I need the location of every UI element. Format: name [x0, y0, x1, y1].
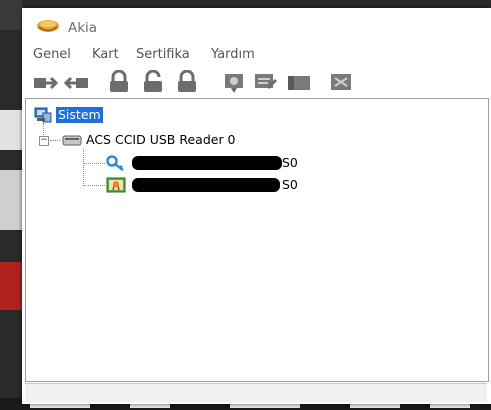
tree-label-reader[interactable]: ACS CCID USB Reader 0: [86, 132, 236, 148]
redacted-text: [132, 156, 282, 170]
tree-label-key-suffix: S0: [282, 155, 298, 170]
tree-label-sistem[interactable]: Sistem: [56, 107, 103, 123]
tree-connector: [50, 140, 60, 141]
lock-icon[interactable]: [174, 70, 200, 94]
close-card-icon[interactable]: [328, 70, 354, 94]
certificate-import-icon[interactable]: [222, 70, 248, 94]
certificate-icon: [106, 177, 126, 193]
redacted-text: [132, 178, 280, 192]
device-tree[interactable]: Sistem − ACS CCID USB Reader 0 S0 S0: [25, 98, 489, 382]
unlock-icon[interactable]: [140, 70, 166, 94]
tree-connector: [83, 185, 105, 186]
menu-yardim[interactable]: Yardım: [211, 47, 255, 62]
lock-icon[interactable]: [106, 70, 132, 94]
card-icon[interactable]: [286, 70, 312, 94]
menu-bar: Genel Kart Sertifika Yardım: [22, 47, 491, 67]
app-window: Akia Genel Kart Sertifika Yardım Sistem …: [22, 8, 491, 404]
menu-genel[interactable]: Genel: [33, 47, 71, 62]
tree-node-key[interactable]: S0: [106, 155, 366, 171]
tree-label-cert-suffix: S0: [282, 177, 298, 192]
background-streak: [0, 170, 22, 230]
background-streak: [0, 110, 22, 150]
computer-icon: [34, 107, 52, 123]
tree-connector: [83, 149, 84, 186]
key-icon: [106, 155, 124, 171]
collapse-toggle-icon[interactable]: −: [39, 136, 49, 146]
tree-node-reader[interactable]: ACS CCID USB Reader 0: [62, 132, 362, 148]
tree-connector: [83, 163, 105, 164]
connect-reader-icon[interactable]: [32, 70, 58, 94]
window-title: Akia: [68, 20, 98, 36]
title-bar[interactable]: Akia: [22, 8, 491, 44]
menu-sertifika[interactable]: Sertifika: [136, 47, 190, 62]
certificate-export-icon[interactable]: [252, 70, 278, 94]
disconnect-reader-icon[interactable]: [64, 70, 90, 94]
card-reader-icon: [62, 135, 82, 146]
background: [0, 0, 22, 30]
menu-kart[interactable]: Kart: [92, 47, 119, 62]
background-streak: [0, 262, 22, 310]
tree-node-sistem[interactable]: Sistem: [34, 107, 174, 123]
toolbar: [22, 70, 491, 96]
akia-logo-icon: [37, 20, 59, 32]
tree-node-certificate[interactable]: S0: [106, 177, 366, 193]
status-bar: [25, 383, 487, 402]
